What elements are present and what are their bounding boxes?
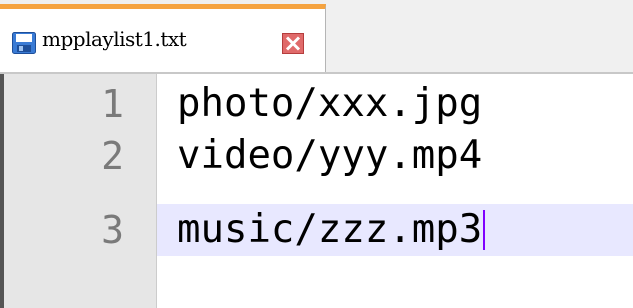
line-text[interactable]: photo/xxx.jpg [177,78,482,130]
editor-line-current[interactable]: 3 music/zzz.mp3 [0,204,633,256]
tab-filename: mpplaylist1.txt [42,27,187,51]
tab-bar: mpplaylist1.txt [0,0,633,72]
line-text[interactable]: music/zzz.mp3 [177,204,482,256]
save-icon [12,32,36,54]
line-text[interactable]: video/yyy.mp4 [177,130,482,182]
editor-line[interactable]: 2 video/yyy.mp4 [0,130,633,182]
line-number: 3 [101,208,124,252]
line-number: 1 [101,82,124,126]
editor-line[interactable]: 1 photo/xxx.jpg [0,78,633,130]
line-number: 2 [101,134,124,178]
close-icon[interactable] [282,33,304,54]
text-caret [483,210,485,250]
file-tab[interactable]: mpplaylist1.txt [0,4,326,72]
editor-left-border [0,74,4,308]
text-editor[interactable]: 1 photo/xxx.jpg 2 video/yyy.mp4 3 music/… [0,74,633,308]
